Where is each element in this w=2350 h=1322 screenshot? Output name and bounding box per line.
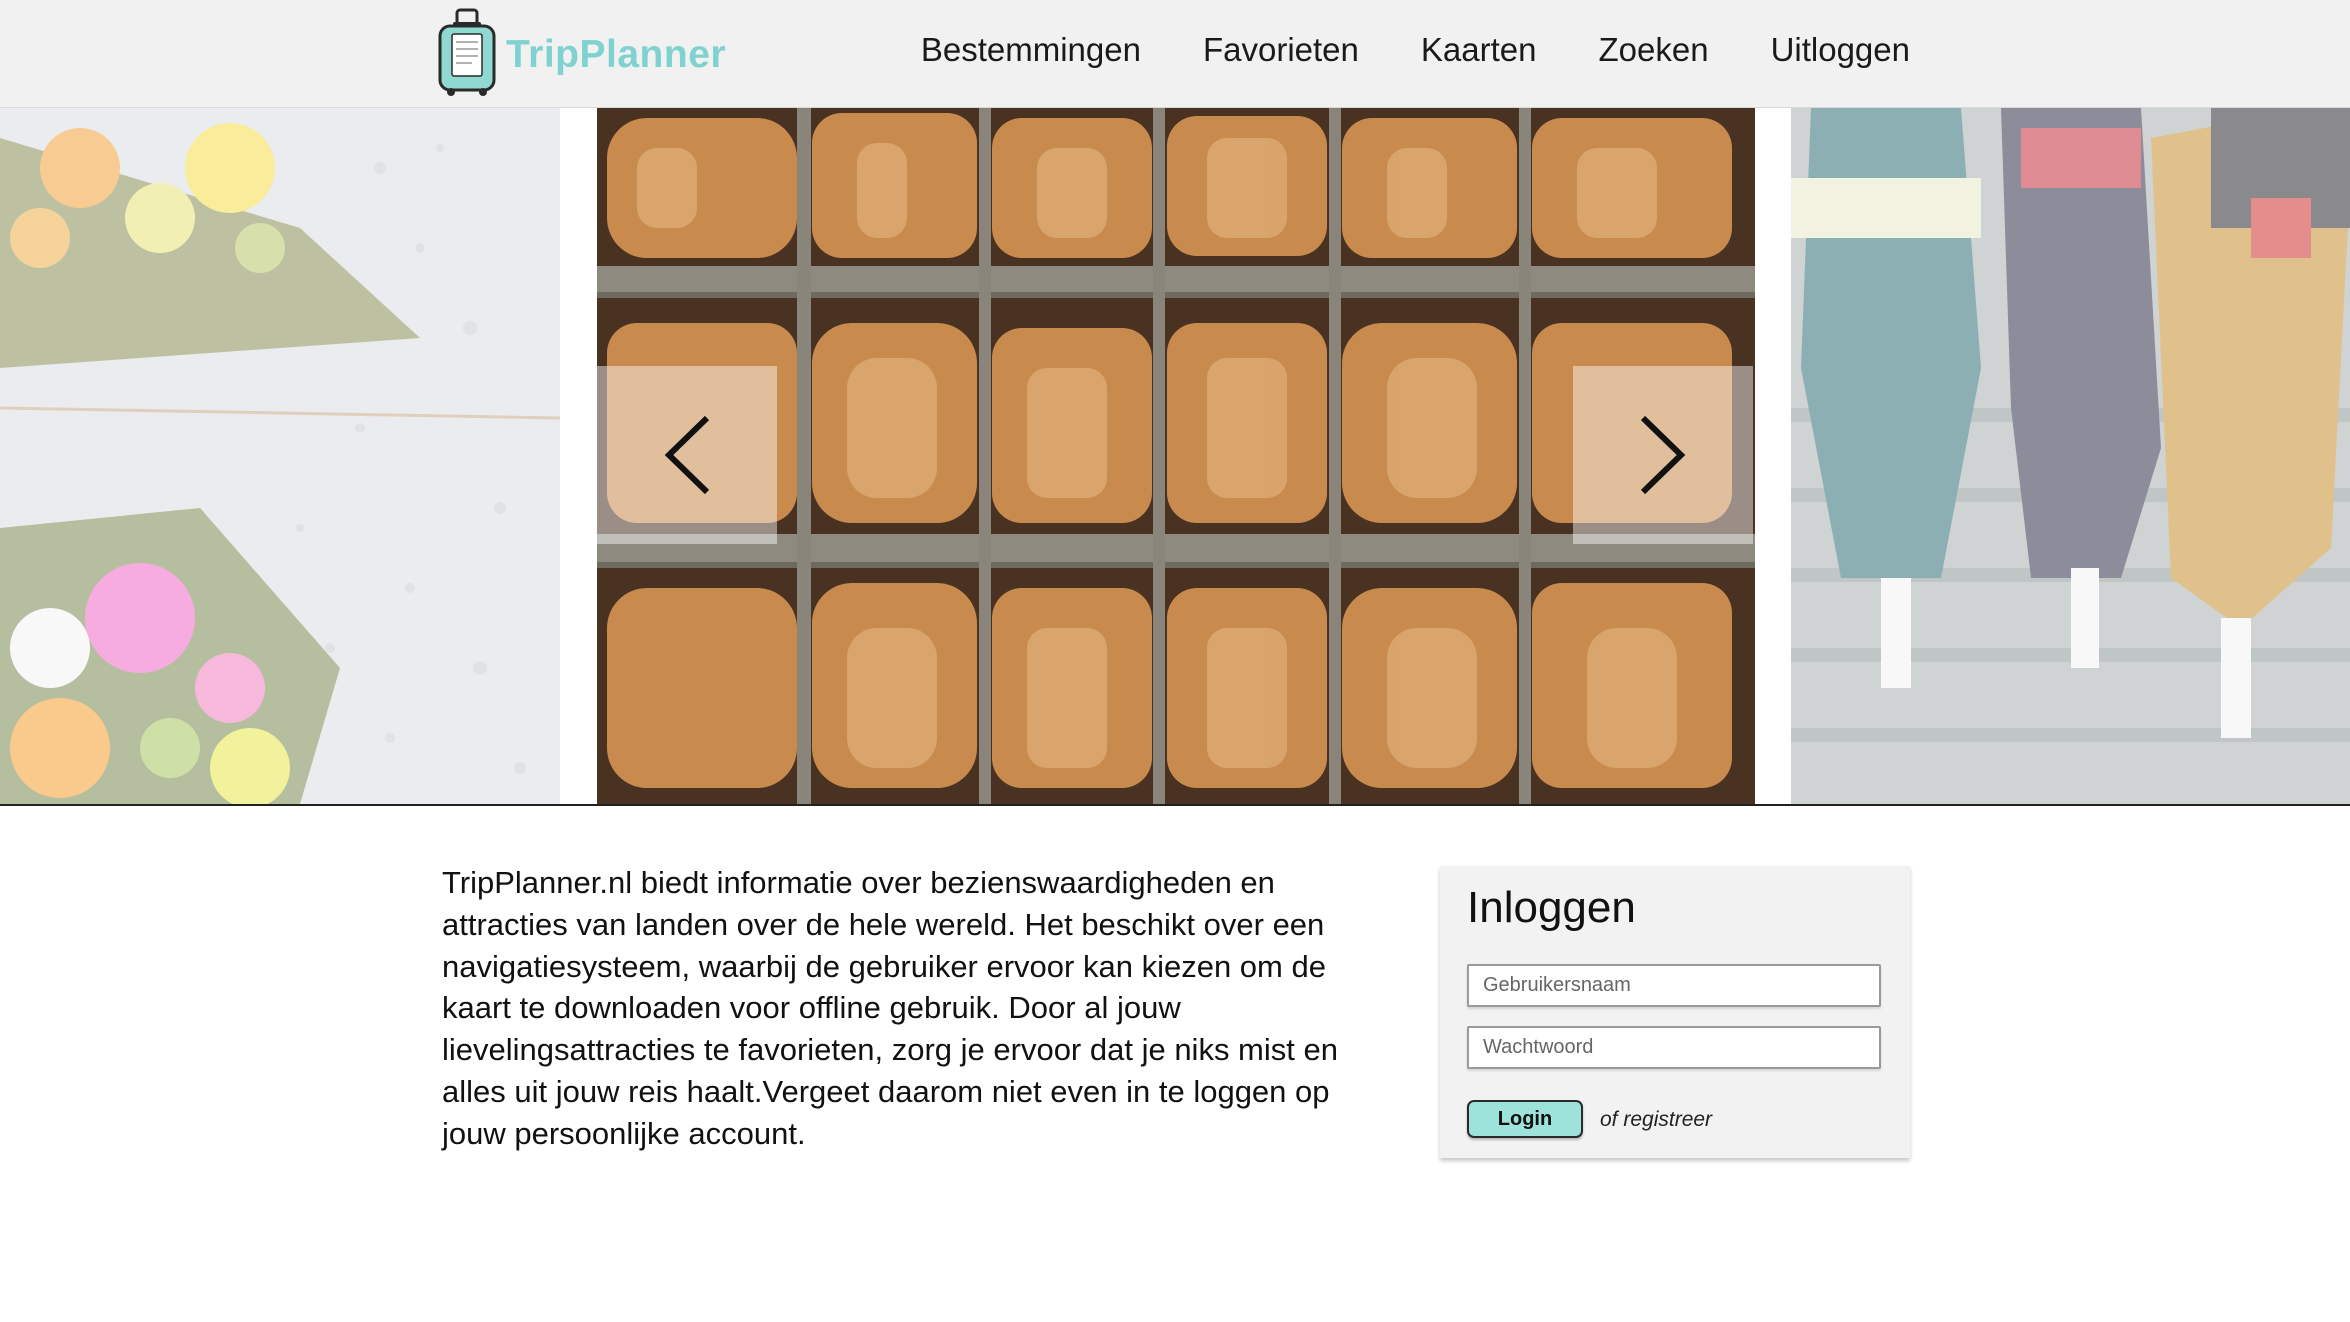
register-link[interactable]: of registreer (1600, 1108, 1712, 1132)
chevron-right-icon (1640, 415, 1686, 495)
nav-bestemmingen[interactable]: Bestemmingen (921, 27, 1141, 72)
logo-text: TripPlanner (506, 33, 727, 76)
login-button[interactable]: Login (1467, 1100, 1583, 1138)
username-field[interactable] (1467, 964, 1881, 1007)
login-title: Inloggen (1467, 883, 1636, 932)
nav-zoeken[interactable]: Zoeken (1598, 27, 1708, 72)
image-carousel (0, 108, 2350, 806)
suitcase-icon (438, 8, 496, 96)
top-navbar: TripPlanner Bestemmingen Favorieten Kaar… (0, 0, 2350, 109)
nav-kaarten[interactable]: Kaarten (1421, 27, 1537, 72)
main-nav: Bestemmingen Favorieten Kaarten Zoeken U… (859, 27, 1910, 72)
intro-text: TripPlanner.nl biedt informatie over bez… (442, 865, 1338, 1151)
carousel-prev-button[interactable] (597, 366, 777, 544)
login-card: Inloggen Login of registreer (1440, 866, 1910, 1158)
logo[interactable]: TripPlanner (438, 8, 726, 98)
password-field[interactable] (1467, 1026, 1881, 1069)
nav-favorieten[interactable]: Favorieten (1203, 27, 1359, 72)
carousel-next-preview-image[interactable] (1791, 108, 2350, 804)
nav-uitloggen[interactable]: Uitloggen (1771, 27, 1910, 72)
carousel-prev-preview-image[interactable] (0, 108, 560, 804)
chevron-left-icon (664, 415, 710, 495)
carousel-next-button[interactable] (1573, 366, 1753, 544)
